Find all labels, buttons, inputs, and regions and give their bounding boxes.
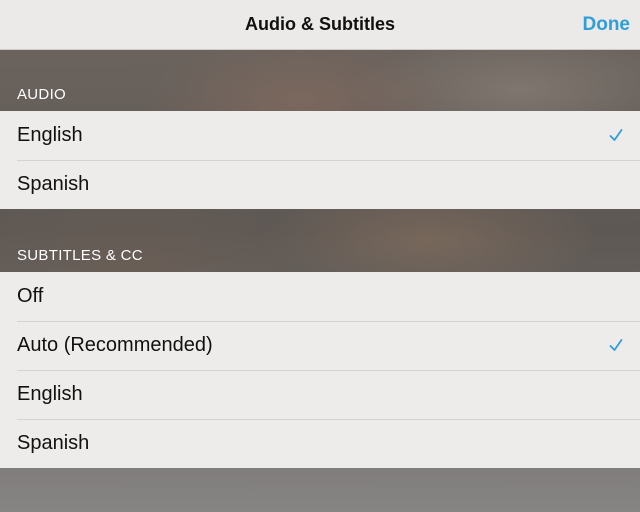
page-title: Audio & Subtitles bbox=[245, 14, 395, 34]
subtitle-option-auto[interactable]: Auto (Recommended) bbox=[0, 321, 640, 370]
audio-option-label: Spanish bbox=[17, 173, 90, 195]
subtitle-option-label: English bbox=[17, 383, 83, 405]
checkmark-icon bbox=[609, 129, 623, 141]
done-button[interactable]: Done bbox=[583, 0, 631, 49]
subtitle-option-label: Spanish bbox=[17, 432, 90, 454]
subtitle-option-english[interactable]: English bbox=[0, 370, 640, 419]
subtitle-option-off[interactable]: Off bbox=[0, 272, 640, 321]
subtitles-options-list: Off Auto (Recommended) English Spanish bbox=[0, 272, 640, 468]
audio-option-english[interactable]: English bbox=[0, 111, 640, 160]
subtitle-option-spanish[interactable]: Spanish bbox=[0, 419, 640, 468]
subtitle-option-label: Off bbox=[17, 285, 44, 307]
audio-option-spanish[interactable]: Spanish bbox=[0, 160, 640, 209]
navigation-bar: Audio & Subtitles Done bbox=[0, 0, 640, 50]
subtitle-option-label: Auto (Recommended) bbox=[17, 334, 213, 356]
subtitles-section-header: SUBTITLES & CC bbox=[17, 247, 143, 264]
audio-option-label: English bbox=[17, 124, 83, 146]
checkmark-icon bbox=[609, 339, 623, 351]
audio-section-header: AUDIO bbox=[17, 86, 67, 103]
audio-options-list: English Spanish bbox=[0, 111, 640, 209]
